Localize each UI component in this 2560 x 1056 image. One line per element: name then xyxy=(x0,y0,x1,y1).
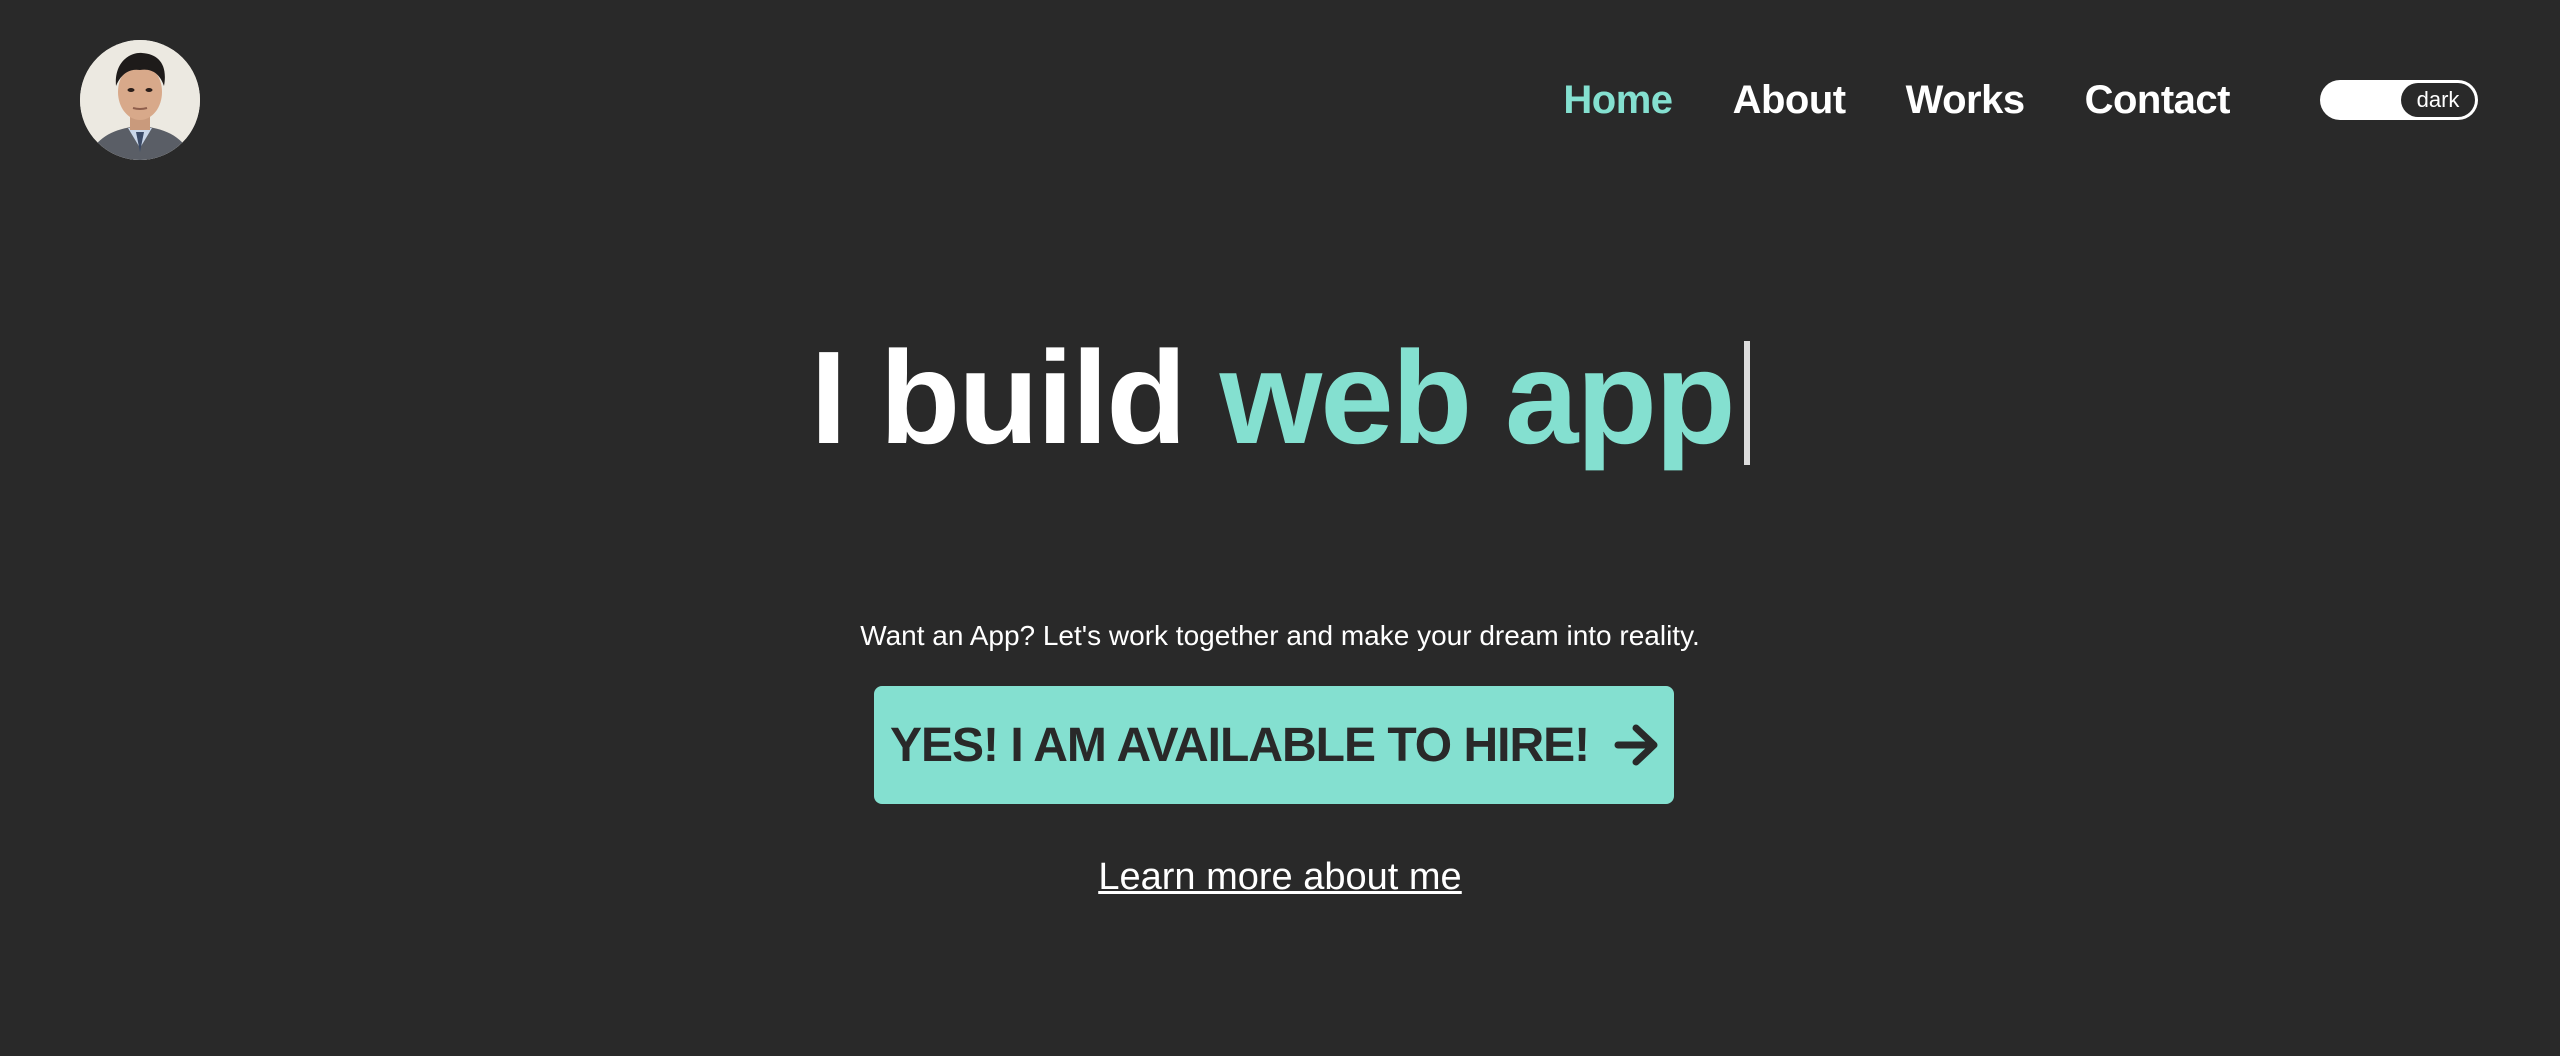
learn-more-link[interactable]: Learn more about me xyxy=(1098,856,1461,898)
arrow-right-icon xyxy=(1614,724,1658,766)
avatar[interactable] xyxy=(80,40,200,160)
nav-works-link[interactable]: Works xyxy=(1906,70,2026,130)
hire-me-button[interactable]: YES! I AM AVAILABLE TO HIRE! xyxy=(874,686,1674,804)
avatar-photo-icon xyxy=(80,40,200,160)
nav-contact-link[interactable]: Contact xyxy=(2085,70,2231,130)
hero-tagline: Want an App? Let's work together and mak… xyxy=(860,620,1700,651)
hero-title: I build web app xyxy=(0,318,2560,478)
page: Home About Works Contact dark I build we… xyxy=(0,0,2560,1056)
nav-about-link[interactable]: About xyxy=(1733,70,1847,130)
theme-toggle[interactable]: dark xyxy=(2320,80,2478,120)
hero-title-highlight: web app xyxy=(1219,324,1736,471)
learn-more-container: Learn more about me xyxy=(0,852,2560,902)
hero-title-prefix: I build xyxy=(810,324,1187,471)
typing-cursor xyxy=(1743,341,1750,465)
main-nav: Home About Works Contact xyxy=(1563,70,2230,130)
hire-me-label: YES! I AM AVAILABLE TO HIRE! xyxy=(890,718,1590,772)
theme-toggle-knob: dark xyxy=(2401,83,2475,117)
nav-home-link[interactable]: Home xyxy=(1563,70,1673,130)
